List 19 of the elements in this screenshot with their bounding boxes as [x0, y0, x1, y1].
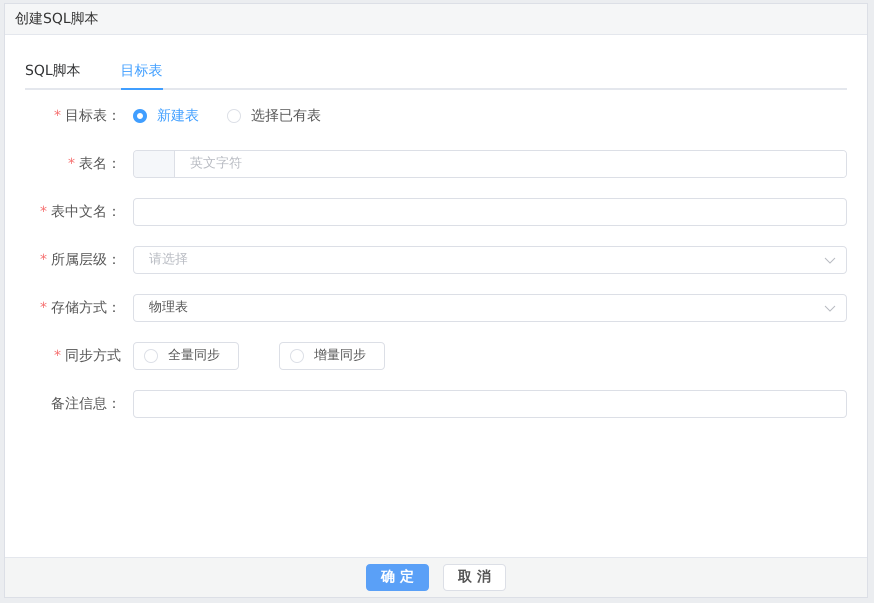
radio-option[interactable]: 全量同步	[133, 342, 239, 370]
field-label: * 同步方式	[53, 346, 122, 366]
input-field[interactable]	[133, 390, 847, 418]
cancel-button[interactable]: 取 消	[443, 564, 506, 591]
input-field[interactable]: 英文字符	[133, 150, 847, 178]
field-label: * 表中文名：	[39, 202, 122, 222]
dialog-title: 创建SQL脚本	[15, 10, 99, 28]
radio-option[interactable]: 增量同步	[279, 342, 385, 370]
chevron-down-icon	[824, 304, 836, 312]
field-label: 备注信息：	[50, 394, 122, 414]
select-field[interactable]: 物理表	[133, 294, 847, 322]
field-label: * 存储方式：	[39, 298, 122, 318]
input-field[interactable]	[133, 198, 847, 226]
tab[interactable]: SQL脚本	[25, 55, 81, 90]
radio-option[interactable]: 选择已有表	[227, 106, 321, 126]
field-label: * 目标表：	[53, 106, 122, 126]
field-label: * 表名：	[67, 154, 122, 174]
field-label: * 所属层级：	[39, 250, 122, 270]
chevron-down-icon	[824, 256, 836, 264]
